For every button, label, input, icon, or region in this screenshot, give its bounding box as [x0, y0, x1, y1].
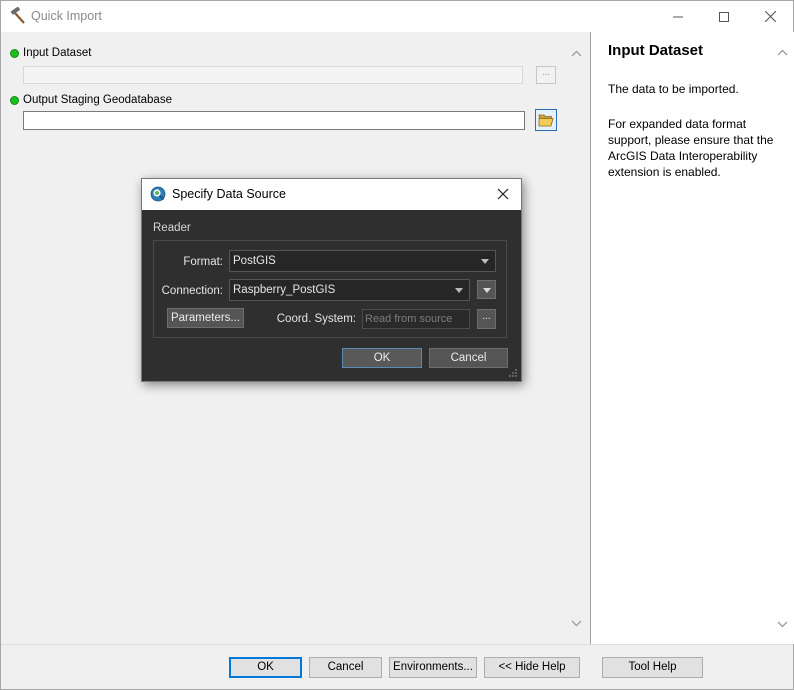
help-scroll-down-icon[interactable]	[777, 621, 788, 628]
parameters-button[interactable]: Parameters...	[167, 308, 244, 328]
connection-dropdown[interactable]: Raspberry_PostGIS	[229, 279, 470, 301]
input-dataset-label: Input Dataset	[23, 47, 92, 59]
close-button[interactable]	[747, 1, 793, 32]
close-icon	[764, 11, 776, 22]
required-indicator-icon	[10, 96, 19, 105]
quick-import-window: Quick Import Input Dataset ... Output St…	[0, 0, 794, 690]
title-bar: Quick Import	[1, 1, 793, 32]
help-paragraph: The data to be imported.	[608, 82, 739, 96]
dialog-cancel-button[interactable]: Cancel	[429, 348, 508, 368]
footer-divider	[1, 644, 793, 645]
window-title: Quick Import	[31, 9, 102, 23]
parameters-scrollbar[interactable]	[568, 44, 585, 634]
connection-value: Raspberry_PostGIS	[233, 284, 336, 296]
output-gdb-field[interactable]	[23, 111, 525, 130]
input-dataset-browse-button[interactable]: ...	[536, 66, 556, 84]
hammer-icon	[10, 7, 25, 24]
minimize-button[interactable]	[655, 1, 701, 32]
close-icon	[497, 188, 509, 200]
dialog-close-button[interactable]	[494, 185, 512, 203]
maximize-icon	[719, 11, 729, 22]
format-label: Format:	[183, 256, 223, 268]
specify-data-source-dialog: Specify Data Source Reader Format: PostG…	[141, 178, 522, 382]
dialog-title-bar: Specify Data Source	[142, 179, 521, 210]
chevron-down-icon	[455, 288, 463, 293]
connection-label: Connection:	[161, 285, 223, 297]
chevron-down-icon	[483, 288, 491, 293]
hide-help-button[interactable]: << Hide Help	[484, 657, 580, 678]
format-value: PostGIS	[233, 255, 276, 267]
scroll-down-icon[interactable]	[571, 620, 582, 627]
output-gdb-label: Output Staging Geodatabase	[23, 94, 172, 106]
dialog-ok-button[interactable]: OK	[342, 348, 422, 368]
minimize-icon	[673, 16, 683, 17]
maximize-button[interactable]	[701, 1, 747, 32]
folder-open-icon	[538, 114, 554, 127]
help-title: Input Dataset	[608, 42, 704, 59]
fme-reader-icon	[150, 186, 166, 202]
chevron-down-icon	[481, 259, 489, 264]
input-dataset-field[interactable]	[23, 66, 523, 84]
output-gdb-browse-button[interactable]	[535, 109, 557, 131]
cancel-button[interactable]: Cancel	[309, 657, 382, 678]
dialog-title: Specify Data Source	[172, 187, 286, 201]
resize-grip-icon[interactable]	[508, 368, 518, 378]
ok-button[interactable]: OK	[229, 657, 302, 678]
environments-button[interactable]: Environments...	[389, 657, 477, 678]
coord-system-input[interactable]: Read from source	[362, 309, 470, 329]
tool-help-button[interactable]: Tool Help	[602, 657, 703, 678]
coord-system-browse-button[interactable]: ...	[477, 309, 496, 329]
reader-group-label: Reader	[153, 222, 191, 234]
help-paragraph: For expanded data format support, please…	[608, 117, 774, 179]
help-panel: Input Dataset The data to be imported. F…	[590, 32, 794, 644]
connection-options-button[interactable]	[477, 280, 496, 299]
help-scroll-up-icon[interactable]	[777, 49, 788, 56]
coord-system-label: Coord. System:	[276, 313, 356, 325]
scroll-up-icon[interactable]	[571, 50, 582, 57]
required-indicator-icon	[10, 49, 19, 58]
format-dropdown[interactable]: PostGIS	[229, 250, 496, 272]
